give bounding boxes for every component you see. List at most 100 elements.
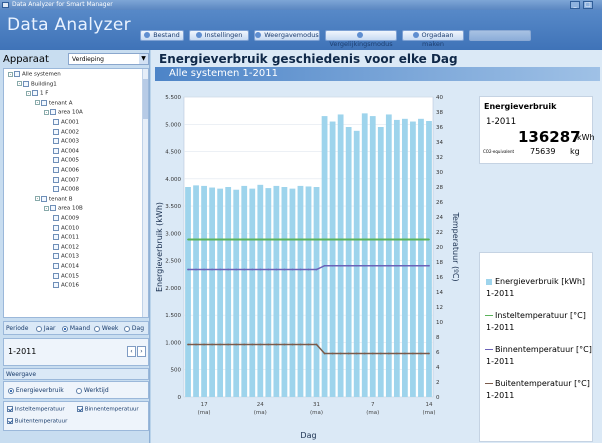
bar: [345, 127, 352, 397]
series-point: [251, 343, 254, 346]
tree-node[interactable]: AC016: [53, 282, 79, 290]
checkbox-icon[interactable]: [53, 128, 59, 135]
check-buitentemperatuur-label: Buitentemperatuur: [14, 418, 68, 425]
bar: [257, 184, 264, 397]
periode-maand[interactable]: Maand: [62, 325, 90, 332]
check-insteltemperatuur[interactable]: Insteltemperatuur: [7, 406, 65, 413]
periode-week[interactable]: Week: [94, 325, 118, 332]
periode-dag[interactable]: Dag: [124, 325, 144, 332]
tree-node[interactable]: AC006: [53, 167, 79, 175]
tree-node[interactable]: - Building1: [17, 80, 57, 89]
check-buitentemperatuur[interactable]: Buitentemperatuur: [7, 418, 67, 425]
tree-node[interactable]: AC002: [53, 128, 79, 137]
tree-node-label: AC004: [61, 148, 80, 155]
view-select[interactable]: Verdieping ▼: [68, 53, 149, 65]
menu-weergavemodus[interactable]: Weergavemodus: [254, 30, 320, 41]
tree-node[interactable]: - tenant A: [35, 99, 73, 108]
tree-scrollbar[interactable]: [142, 69, 148, 317]
legend-period: 1-2011: [486, 323, 515, 332]
tree-node[interactable]: - 1 F: [26, 90, 48, 98]
weergave-werktijd[interactable]: Werktijd: [76, 387, 109, 394]
menu-vergelijkingsmodus[interactable]: Vergelijkingsmodus: [325, 30, 397, 48]
series-point: [363, 238, 366, 241]
weergave-energieverbruik[interactable]: Energieverbruik: [8, 387, 64, 394]
menu-orgadaan-maken[interactable]: Orgadaan maken: [402, 30, 464, 48]
tree-node[interactable]: AC011: [53, 234, 79, 242]
tree-node[interactable]: AC001: [53, 119, 79, 127]
tree-node[interactable]: AC014: [53, 263, 79, 271]
expand-icon[interactable]: -: [26, 90, 31, 96]
checkbox-icon[interactable]: [53, 243, 59, 250]
series-point: [363, 264, 366, 267]
menu-bestand[interactable]: Bestand: [140, 30, 184, 41]
tree-node[interactable]: AC010: [53, 224, 79, 233]
checkbox-icon[interactable]: [41, 195, 47, 202]
checkbox-icon[interactable]: [53, 282, 59, 289]
tree-node[interactable]: AC004: [53, 147, 80, 156]
tree-node[interactable]: - area 10B: [44, 205, 83, 213]
checkbox-icon[interactable]: [53, 263, 59, 269]
checkbox-icon[interactable]: [53, 253, 59, 260]
bar: [201, 185, 207, 397]
tree-node[interactable]: AC007: [53, 176, 79, 185]
bar: [273, 185, 280, 397]
periode-label: Periode: [6, 325, 29, 332]
scroll-thumb[interactable]: [143, 79, 148, 119]
x-tick-sublabel: (ma): [422, 410, 435, 416]
expand-icon[interactable]: -: [35, 196, 40, 202]
minimize-button[interactable]: _: [570, 1, 580, 9]
main-panel: Energieverbruik geschiedenis voor elke D…: [151, 50, 602, 443]
series-point: [227, 343, 230, 346]
bar: [249, 188, 256, 397]
tree-node-label: AC011: [61, 234, 80, 241]
checkbox-icon[interactable]: [53, 215, 59, 221]
tree-node[interactable]: AC012: [53, 243, 79, 252]
tree-node[interactable]: - area 10A: [44, 109, 83, 117]
checkbox-icon[interactable]: [53, 234, 59, 241]
series-point: [315, 238, 318, 241]
prev-period-button[interactable]: ‹: [127, 346, 136, 357]
menu-icon: [412, 32, 419, 38]
checkbox-icon[interactable]: [32, 90, 38, 97]
y-tick-label: 5.000: [165, 122, 181, 128]
bar: [337, 114, 344, 398]
checkbox-icon[interactable]: [53, 272, 59, 279]
tree-node[interactable]: AC003: [53, 138, 79, 146]
checkbox-icon[interactable]: [50, 205, 56, 212]
legend-swatch: [485, 349, 493, 350]
bar: [233, 189, 240, 397]
checkbox-icon[interactable]: [53, 186, 59, 193]
tree-node[interactable]: - tenant B: [35, 195, 73, 204]
checkbox-icon[interactable]: [53, 147, 59, 154]
expand-icon[interactable]: -: [44, 205, 49, 211]
y2-tick-label: 40: [436, 95, 443, 101]
tree-node[interactable]: AC005: [53, 157, 79, 165]
periode-jaar[interactable]: Jaar: [36, 325, 56, 332]
tree-node[interactable]: - Alle systemen: [8, 71, 61, 79]
maximize-button[interactable]: □: [583, 1, 593, 9]
checkbox-icon[interactable]: [53, 224, 59, 231]
next-period-button[interactable]: ›: [137, 346, 146, 357]
tree-node[interactable]: AC008: [53, 186, 79, 194]
checkbox-icon[interactable]: [53, 167, 59, 173]
check-binnentemperatuur[interactable]: Binnentemperatuur: [77, 406, 139, 413]
bar: [377, 127, 384, 397]
checkbox-icon[interactable]: [50, 109, 56, 116]
sidebar: Apparaat Verdieping ▼ - Alle systemen - Buil…: [0, 50, 150, 443]
tree-node[interactable]: AC013: [53, 253, 79, 261]
tree-node[interactable]: AC009: [53, 215, 79, 223]
checkbox-icon[interactable]: [41, 99, 47, 106]
expand-icon[interactable]: -: [8, 71, 13, 77]
expand-icon[interactable]: -: [44, 109, 49, 115]
tree-node[interactable]: AC015: [53, 272, 79, 281]
expand-icon[interactable]: -: [17, 81, 22, 87]
checkbox-icon[interactable]: [23, 80, 29, 87]
checkbox-icon[interactable]: [53, 157, 59, 164]
checkbox-icon[interactable]: [53, 119, 59, 125]
checkbox-icon[interactable]: [53, 138, 59, 145]
checkbox-icon[interactable]: [53, 176, 59, 183]
bar: [426, 121, 432, 397]
menu-instellingen[interactable]: Instellingen: [189, 30, 249, 41]
checkbox-icon[interactable]: [14, 71, 20, 77]
expand-icon[interactable]: -: [35, 100, 40, 106]
